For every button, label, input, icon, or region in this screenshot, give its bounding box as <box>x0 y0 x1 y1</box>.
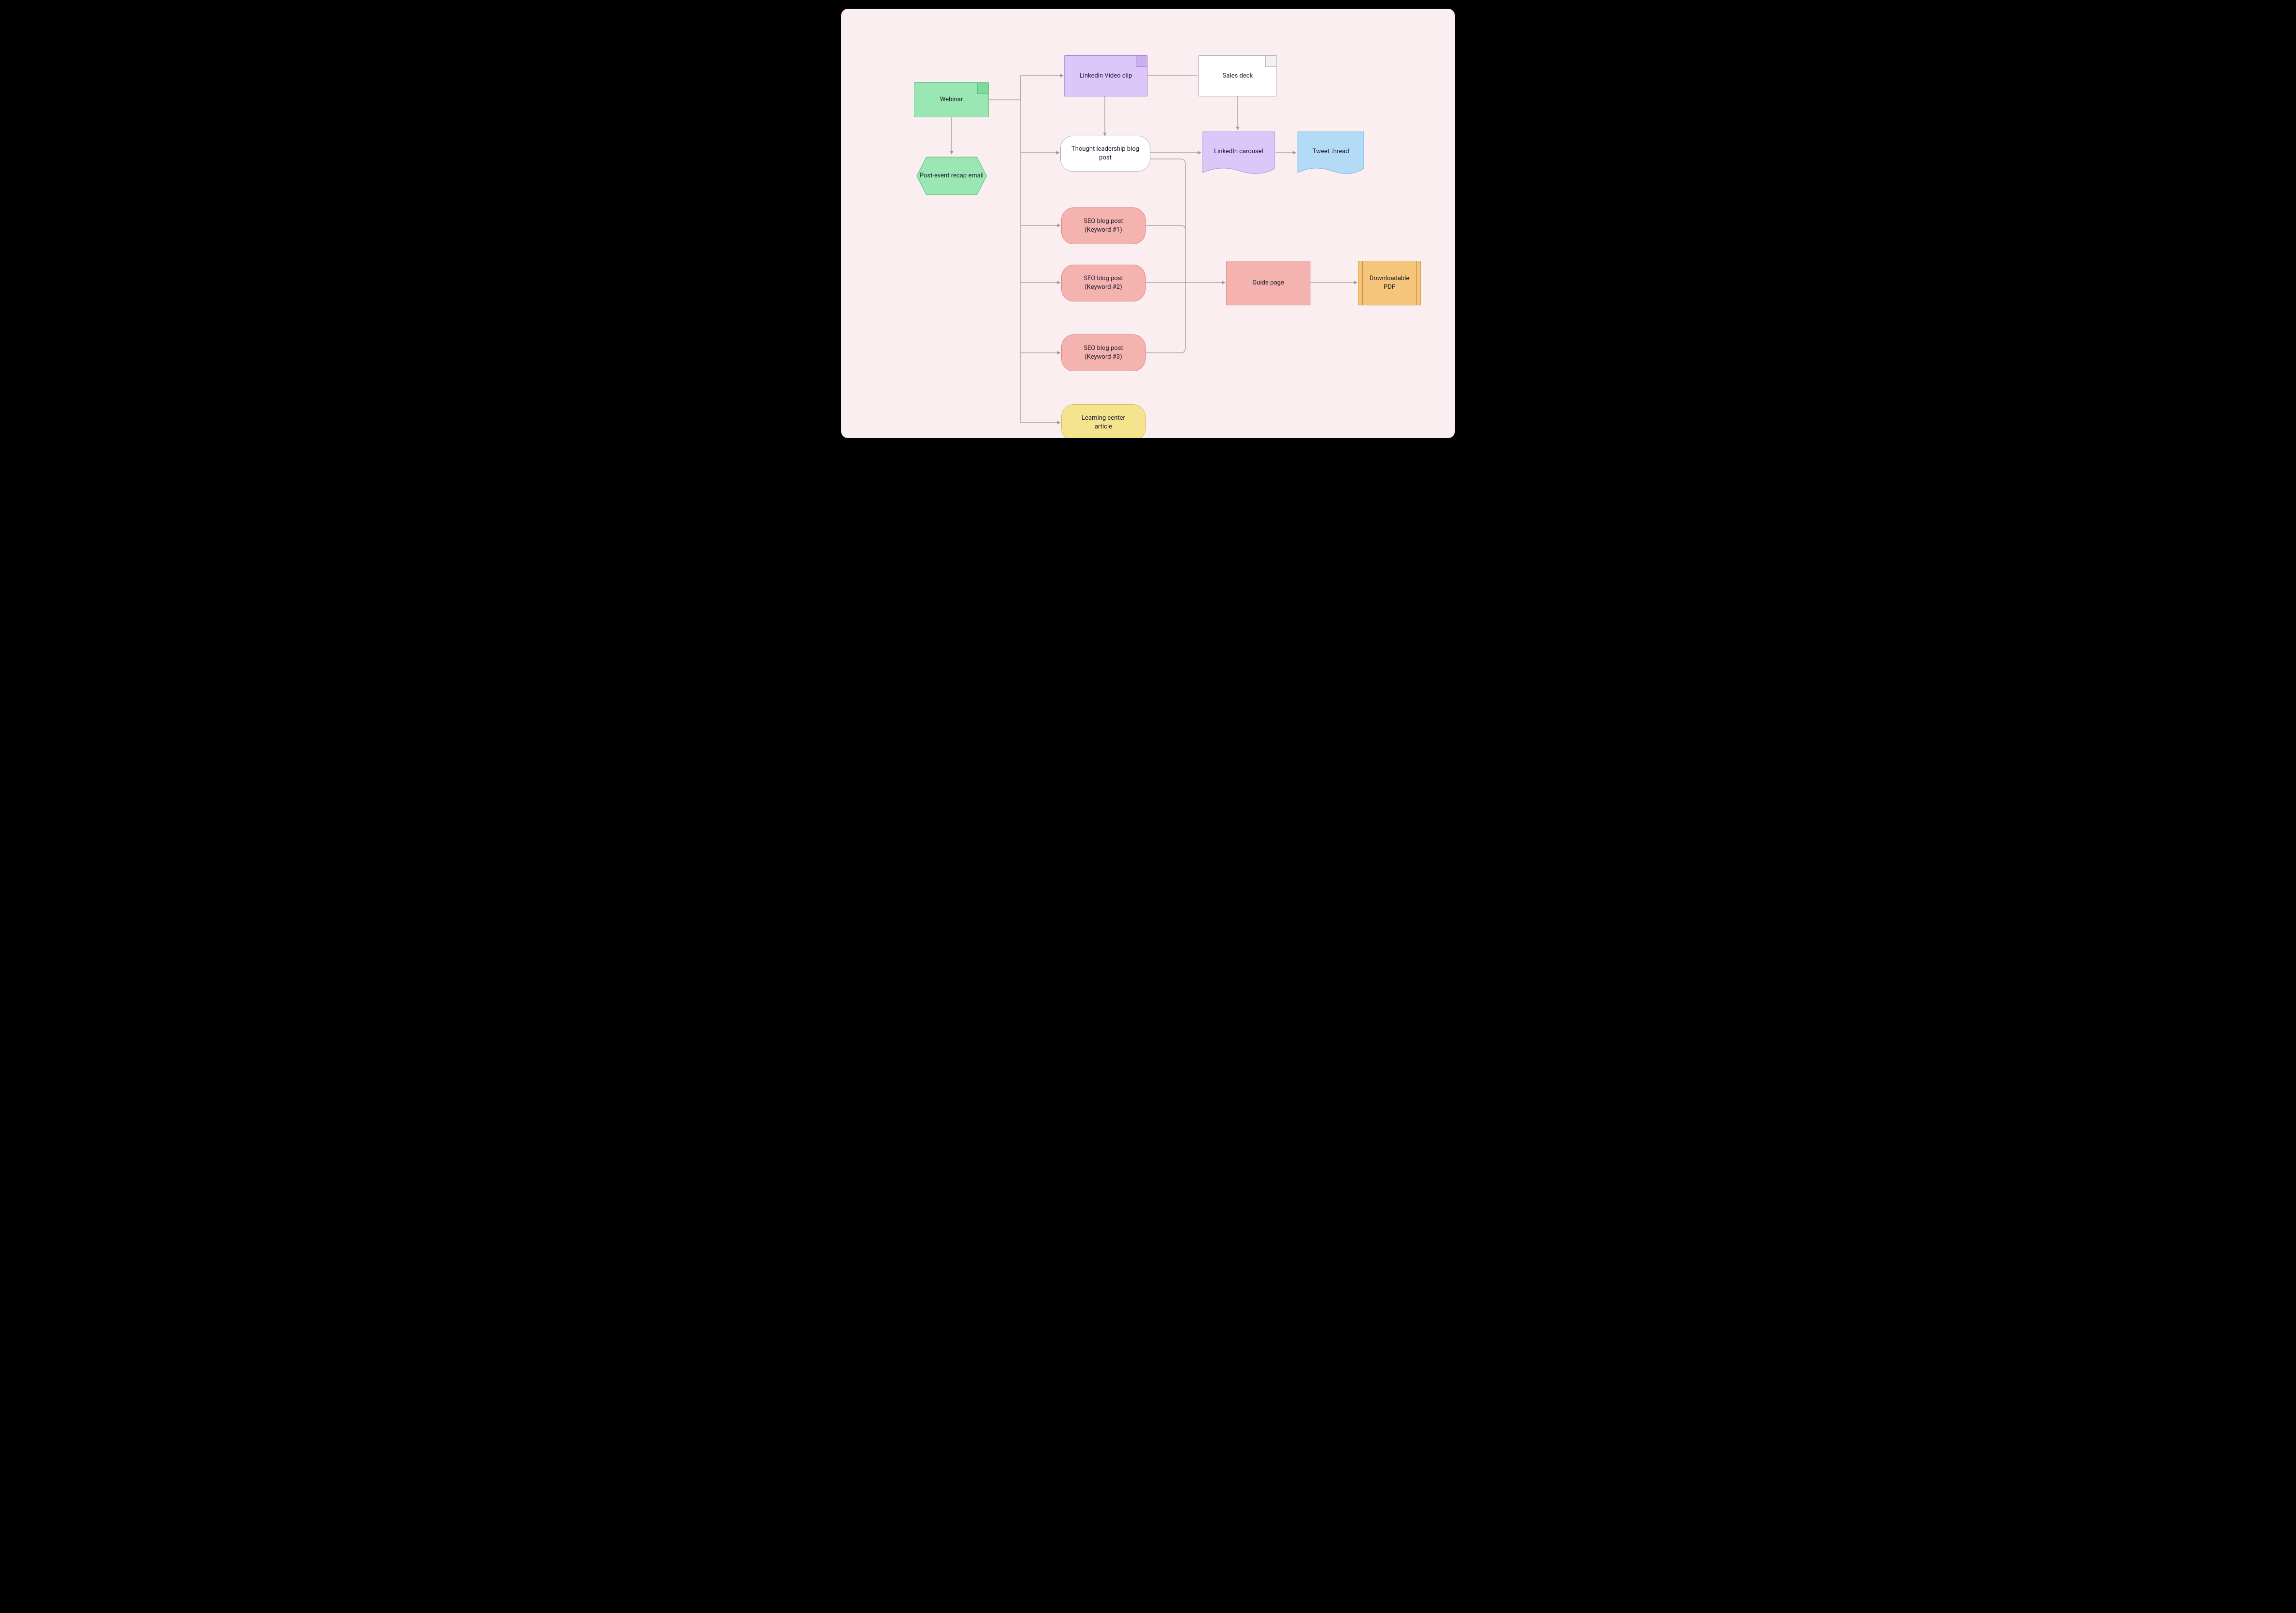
node-recap[interactable]: Post-event recap email <box>915 155 989 197</box>
node-seo-2[interactable]: SEO blog post(Keyword #2) <box>1061 265 1146 301</box>
dogear-icon <box>1136 56 1147 67</box>
node-linkedin-carousel[interactable]: LinkedIn carousel <box>1202 131 1276 173</box>
node-label: Webinar <box>940 95 963 104</box>
connectors-layer <box>841 9 1455 438</box>
node-label: SEO blog post(Keyword #3) <box>1084 344 1123 361</box>
node-learning-center[interactable]: Learning centerarticle <box>1061 404 1146 438</box>
node-label: Post-event recap email <box>920 172 984 180</box>
node-label: Learning centerarticle <box>1082 414 1125 431</box>
node-seo-3[interactable]: SEO blog post(Keyword #3) <box>1061 334 1146 371</box>
node-label: Guide page <box>1252 279 1284 287</box>
node-label: Linkedin Video clip <box>1080 72 1132 80</box>
node-seo-1[interactable]: SEO blog post(Keyword #1) <box>1061 207 1146 244</box>
node-label: Downloadable PDF <box>1363 274 1416 291</box>
node-label: Sales deck <box>1223 72 1253 80</box>
node-guide-page[interactable]: Guide page <box>1226 261 1310 305</box>
node-label: SEO blog post(Keyword #2) <box>1084 274 1123 291</box>
diagram-canvas[interactable]: Webinar Post-event recap email Linkedin … <box>841 9 1455 438</box>
node-label: Tweet thread <box>1312 147 1349 156</box>
node-thought-leadership[interactable]: Thought leadership blog post <box>1060 136 1150 172</box>
node-webinar[interactable]: Webinar <box>914 82 989 117</box>
node-label: LinkedIn carousel <box>1214 147 1263 156</box>
node-tweet-thread[interactable]: Tweet thread <box>1297 131 1365 173</box>
node-label: SEO blog post(Keyword #1) <box>1084 217 1123 234</box>
node-downloadable-pdf[interactable]: Downloadable PDF <box>1358 261 1421 305</box>
dogear-icon <box>1265 56 1276 67</box>
dogear-icon <box>977 83 989 94</box>
node-sales-deck[interactable]: Sales deck <box>1198 55 1277 96</box>
node-label: Thought leadership blog post <box>1066 145 1145 162</box>
node-linkedin-video[interactable]: Linkedin Video clip <box>1064 55 1148 96</box>
